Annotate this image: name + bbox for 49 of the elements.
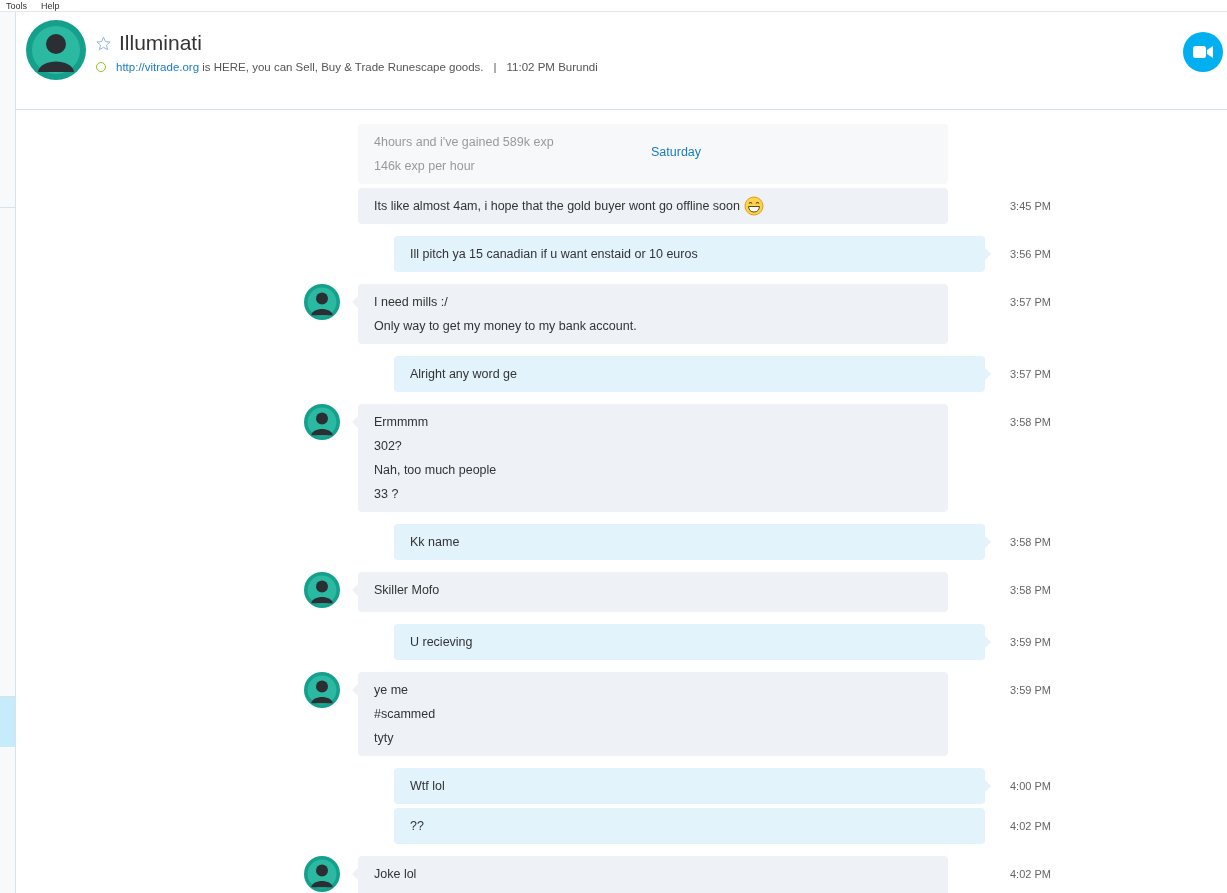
link[interactable]: http://vitrade.org bbox=[116, 61, 200, 73]
message-text: Nah, too much people bbox=[374, 462, 497, 479]
message-time: 3:59 PM bbox=[1009, 683, 1052, 698]
message-text: 146k exp per hour bbox=[374, 158, 475, 175]
mood-message: http://vitrade.org is HERE, you can Sell, Buy & Trade Runescape goods. bbox=[116, 61, 484, 73]
message-time: 4:02 PM bbox=[1009, 867, 1052, 882]
grinning-emoji-icon bbox=[743, 196, 764, 216]
message-text: tyty bbox=[374, 730, 394, 747]
message-text: Joke lol bbox=[374, 866, 417, 883]
message-time: 4:00 PM bbox=[1009, 779, 1052, 794]
video-camera-icon bbox=[1193, 45, 1213, 59]
message-time: 4:02 PM bbox=[1009, 819, 1052, 834]
avatar-icon[interactable] bbox=[304, 856, 340, 892]
menu-item[interactable]: Help bbox=[41, 0, 60, 11]
message-time: 3:58 PM bbox=[1009, 415, 1052, 430]
message-text: Alright any word ge bbox=[410, 366, 517, 383]
message-text: Its like almost 4am, i hope that the gold buyer wont go offline soon bbox=[374, 198, 740, 215]
message-text: Ill pitch ya 15 canadian if u want enstaid or 10 euros bbox=[410, 246, 698, 263]
avatar-icon[interactable] bbox=[26, 20, 86, 80]
message-time: 3:56 PM bbox=[1009, 247, 1052, 262]
message-time: 3:58 PM bbox=[1009, 583, 1052, 598]
avatar-icon[interactable] bbox=[304, 284, 340, 320]
local-time: 11:02 PM Burundi bbox=[506, 61, 598, 73]
day-label: Saturday bbox=[651, 145, 702, 159]
contact-name: Illuminati bbox=[119, 31, 202, 55]
message-text: ?? bbox=[410, 818, 424, 835]
message-text: Kk name bbox=[410, 534, 460, 551]
message-time: 3:59 PM bbox=[1009, 635, 1052, 650]
message-text: Ermmmm bbox=[374, 414, 429, 431]
message-time: 3:57 PM bbox=[1009, 295, 1052, 310]
separator-text: | bbox=[493, 61, 497, 73]
message-text: 302? bbox=[374, 438, 402, 455]
message-text: ye me bbox=[374, 682, 409, 699]
menu-item[interactable]: Tools bbox=[6, 0, 27, 11]
message-text: Wtf lol bbox=[410, 778, 445, 795]
message-text: Skiller Mofo bbox=[374, 582, 440, 599]
message-text: 33 ? bbox=[374, 486, 399, 503]
avatar-icon[interactable] bbox=[304, 404, 340, 440]
message-time: 3:57 PM bbox=[1009, 367, 1052, 382]
message-time: 3:45 PM bbox=[1009, 199, 1052, 214]
star-icon[interactable] bbox=[96, 35, 111, 51]
message-time: 3:58 PM bbox=[1009, 535, 1052, 550]
message-text: U recieving bbox=[410, 634, 473, 651]
message-text: 4hours and i've gained 589k exp bbox=[374, 134, 554, 151]
message-text: I need mills :/ bbox=[374, 294, 448, 311]
message-text: #scammed bbox=[374, 706, 436, 723]
avatar-icon[interactable] bbox=[304, 672, 340, 708]
message-text: Only way to get my money to my bank account. bbox=[374, 318, 637, 335]
avatar-icon[interactable] bbox=[304, 572, 340, 608]
